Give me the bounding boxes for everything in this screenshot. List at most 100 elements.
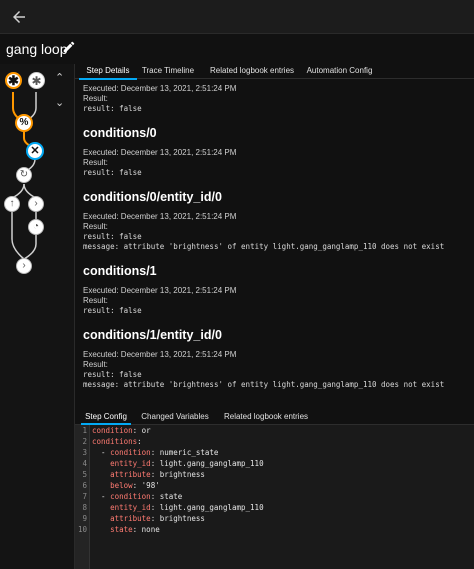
timer-icon: ◔ xyxy=(32,221,40,232)
code-line: below: '98' xyxy=(92,480,472,491)
yaml-value: light.gang_ganglamp_110 xyxy=(155,459,264,468)
executed-text: Executed: December 13, 2021, 2:51:24 PM xyxy=(83,212,237,221)
result-value: result: false xyxy=(83,306,142,315)
tab-changed-variables[interactable]: Changed Variables xyxy=(139,410,211,423)
result-value: result: false xyxy=(83,370,142,379)
chevron-down-icon[interactable]: ⌄ xyxy=(55,96,64,109)
line-number: 4 xyxy=(82,459,87,468)
yaml-key: entity_id xyxy=(110,503,151,512)
trace-graph: ✱ ✱ % ✕ ↻ ↑ › ◔ › ⌃ ⌄ xyxy=(0,64,74,569)
line-number: 7 xyxy=(82,492,87,501)
yaml-value: numeric_state xyxy=(155,448,219,457)
result-value: result: false xyxy=(83,104,142,113)
trigger-node[interactable]: ✱ xyxy=(28,72,45,89)
back-arrow-icon[interactable] xyxy=(10,8,28,26)
repeat-node[interactable]: ↻ xyxy=(16,167,32,183)
asterisk-icon: ✱ xyxy=(31,73,42,88)
refresh-icon: ↻ xyxy=(19,169,29,180)
yaml-key: state xyxy=(110,525,133,534)
yaml-value: state xyxy=(155,492,183,501)
yaml-key: condition xyxy=(92,426,133,435)
code-line: conditions: xyxy=(92,437,142,446)
code-line: - condition: state xyxy=(92,492,183,501)
yaml-editor[interactable]: 1 2 3 4 5 6 7 8 9 10 condition: or condi… xyxy=(75,425,474,569)
chevron-up-icon[interactable]: ⌃ xyxy=(55,71,64,84)
yaml-indent: - xyxy=(92,448,111,457)
action-node-end[interactable]: › xyxy=(16,258,32,274)
trigger-node-active[interactable]: ✱ xyxy=(5,72,22,89)
line-number: 10 xyxy=(77,525,87,534)
line-number: 1 xyxy=(82,426,87,435)
line-number: 3 xyxy=(82,448,87,457)
yaml-key: condition xyxy=(110,492,151,501)
pencil-icon[interactable] xyxy=(62,40,76,54)
message-value: message: attribute 'brightness' of entit… xyxy=(83,242,445,251)
yaml-indent xyxy=(92,481,110,490)
yaml-value: brightness xyxy=(155,470,205,479)
code-line: state: none xyxy=(92,524,472,535)
page-title: gang loop xyxy=(6,41,68,57)
tab-related-logbook[interactable]: Related logbook entries xyxy=(202,64,302,78)
chevron-right-icon: › xyxy=(34,198,38,209)
choose-node-right[interactable]: › xyxy=(28,196,44,212)
yaml-key: conditions xyxy=(92,437,138,446)
code-line: condition: or xyxy=(92,426,151,435)
line-number: 2 xyxy=(82,437,87,446)
code-line: entity_id: light.gang_ganglamp_110 xyxy=(92,502,472,513)
result-label: Result: xyxy=(83,158,108,167)
executed-text: Executed: December 13, 2021, 2:51:24 PM xyxy=(83,350,237,359)
yaml-value: light.gang_ganglamp_110 xyxy=(155,503,264,512)
yaml-indent xyxy=(92,459,110,468)
message-value: message: attribute 'brightness' of entit… xyxy=(83,380,445,389)
arrow-up-icon: ↑ xyxy=(9,198,15,209)
tab-related-logbook-entries[interactable]: Related logbook entries xyxy=(221,410,311,423)
step-heading: conditions/1/entity_id/0 xyxy=(83,328,222,342)
code-lines: condition: or conditions: - condition: n… xyxy=(92,425,472,535)
stop-node[interactable]: ✕ xyxy=(26,142,44,160)
yaml-indent: - xyxy=(92,492,111,501)
chevron-right-icon: › xyxy=(22,260,26,271)
result-label: Result: xyxy=(83,360,108,369)
yaml-key: attribute xyxy=(110,514,151,523)
yaml-value: brightness xyxy=(155,514,205,523)
top-app-bar xyxy=(0,0,474,34)
yaml-value: '98' xyxy=(137,481,160,490)
yaml-indent xyxy=(92,525,110,534)
step-heading: conditions/0 xyxy=(83,126,157,140)
yaml-key: entity_id xyxy=(110,459,151,468)
yaml-indent xyxy=(92,514,110,523)
yaml-indent xyxy=(92,470,110,479)
yaml-key: attribute xyxy=(110,470,151,479)
tab-trace-timeline[interactable]: Trace Timeline xyxy=(139,64,197,78)
result-label: Result: xyxy=(83,296,108,305)
executed-text: Executed: December 13, 2021, 2:51:24 PM xyxy=(83,286,237,295)
config-tabs: Step Config Changed Variables Related lo… xyxy=(75,408,474,425)
choose-node-up[interactable]: ↑ xyxy=(4,196,20,212)
delay-node[interactable]: ◔ xyxy=(28,219,44,235)
tab-step-config[interactable]: Step Config xyxy=(81,410,131,425)
result-value: result: false xyxy=(83,168,142,177)
code-line: entity_id: light.gang_ganglamp_110 xyxy=(92,458,472,469)
condition-node[interactable]: % xyxy=(15,114,33,132)
tab-step-details[interactable]: Step Details xyxy=(79,64,137,80)
step-heading: conditions/0/entity_id/0 xyxy=(83,190,222,204)
result-label: Result: xyxy=(83,94,108,103)
code-line: attribute: brightness xyxy=(92,513,472,524)
code-line: - condition: numeric_state xyxy=(92,448,219,457)
tab-automation-config[interactable]: Automation Config xyxy=(303,64,376,78)
yaml-key: condition xyxy=(110,448,151,457)
code-line: attribute: brightness xyxy=(92,469,472,480)
line-number: 5 xyxy=(82,470,87,479)
yaml-value: none xyxy=(137,525,160,534)
yaml-indent xyxy=(92,503,110,512)
executed-text: Executed: December 13, 2021, 2:51:24 PM xyxy=(83,84,237,93)
trace-tabs: Step Details Trace Timeline Related logb… xyxy=(75,64,474,80)
step-details-panel: Executed: December 13, 2021, 2:51:24 PM … xyxy=(83,84,473,390)
executed-text: Executed: December 13, 2021, 2:51:24 PM xyxy=(83,148,237,157)
title-bar: gang loop xyxy=(0,34,474,64)
result-value: result: false xyxy=(83,232,142,241)
step-heading: conditions/1 xyxy=(83,264,157,278)
trace-graph-lines xyxy=(11,92,37,260)
line-number: 9 xyxy=(82,514,87,523)
line-number: 8 xyxy=(82,503,87,512)
